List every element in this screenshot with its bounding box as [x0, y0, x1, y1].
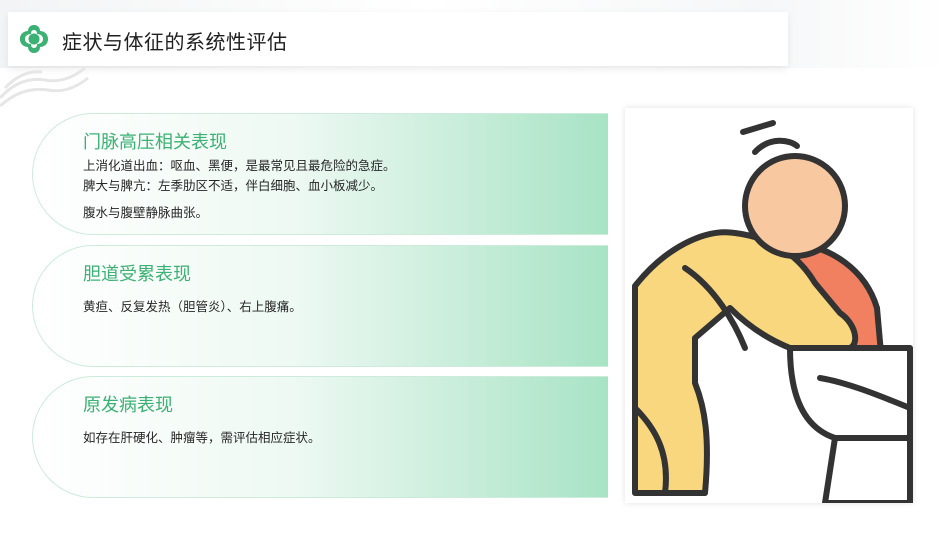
card-line: 上消化道出血：呕血、黑便，是最常见且最危险的急症。 — [83, 158, 396, 173]
page-title: 症状与体征的系统性评估 — [62, 30, 288, 54]
vomiting-person-icon — [632, 120, 913, 503]
card-title: 原发病表现 — [83, 395, 173, 416]
card-line: 脾大与脾亢：左季肋区不适，伴白细胞、血小板减少。 — [83, 178, 384, 193]
card-portal-hypertension: 门脉高压相关表现 上消化道出血：呕血、黑便，是最常见且最危险的急症。 脾大与脾亢… — [32, 113, 608, 235]
card-biliary-involvement: 胆道受累表现 黄疸、反复发热（胆管炎）、右上腹痛。 — [32, 245, 608, 367]
logo-icon — [20, 25, 48, 53]
illustration-panel — [625, 108, 913, 503]
card-title: 门脉高压相关表现 — [83, 132, 227, 153]
card-line: 黄疸、反复发热（胆管炎）、右上腹痛。 — [83, 299, 302, 314]
card-line: 如存在肝硬化、肿瘤等，需评估相应症状。 — [83, 430, 321, 445]
card-primary-disease: 原发病表现 如存在肝硬化、肿瘤等，需评估相应症状。 — [32, 376, 608, 498]
wave-decoration — [0, 66, 89, 108]
card-title: 胆道受累表现 — [83, 264, 191, 285]
card-line: 腹水与腹壁静脉曲张。 — [83, 205, 209, 220]
